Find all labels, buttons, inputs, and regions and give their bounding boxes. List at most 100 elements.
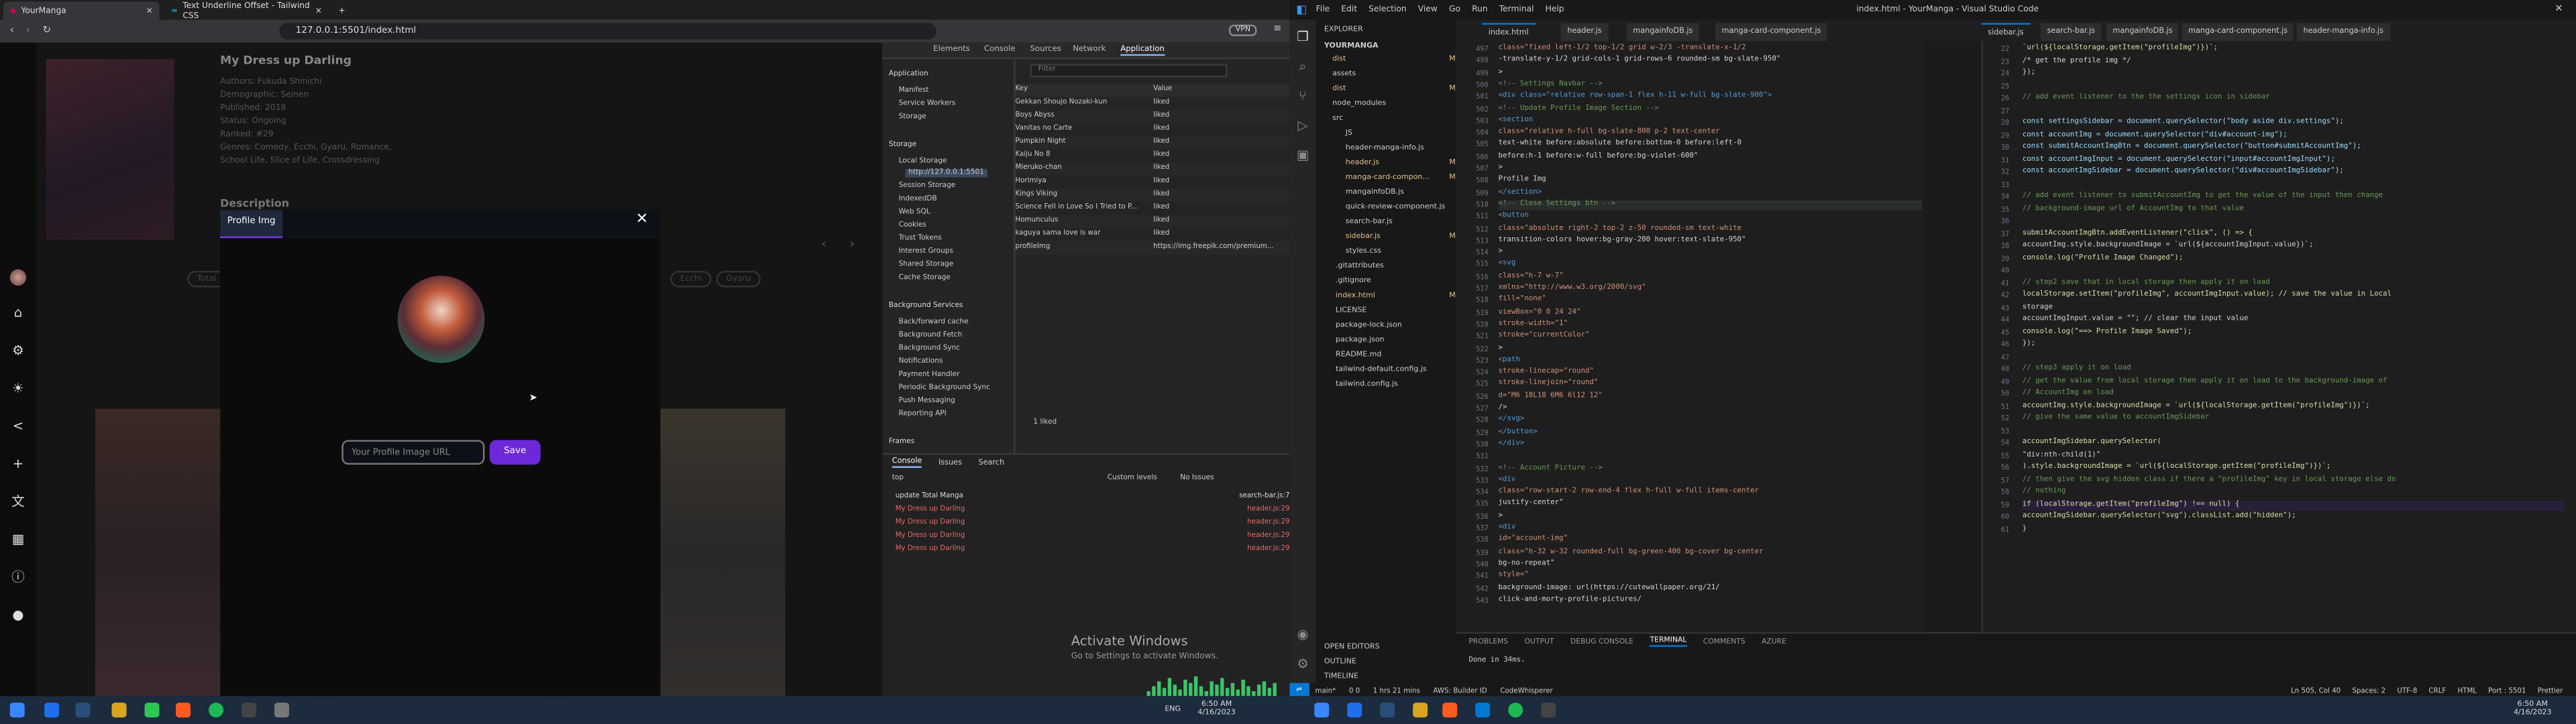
editor-tab[interactable]: manga-card-component.js — [2182, 23, 2294, 42]
tab-elements[interactable]: Elements — [933, 46, 970, 54]
tab-sources[interactable]: Sources — [1030, 46, 1061, 54]
search-icon[interactable] — [44, 703, 60, 718]
menu-file[interactable]: File — [1316, 5, 1330, 15]
status-item[interactable]: Port : 5501 — [2488, 685, 2526, 693]
tab-application[interactable]: Application — [1120, 46, 1165, 56]
taskview-icon-2[interactable] — [1380, 703, 1395, 718]
status-item[interactable]: Ln 505, Col 40 — [2291, 685, 2341, 693]
timeline-section[interactable]: TIMELINE — [1324, 673, 1358, 681]
git-branch[interactable]: main* — [1315, 685, 1336, 693]
extensions-icon[interactable]: ▣ — [1295, 147, 1311, 164]
status-item[interactable]: UTF-8 — [2397, 685, 2417, 693]
panel-tab-comments[interactable]: COMMENTS — [1703, 638, 1746, 646]
url-field[interactable]: 127.0.0.1:5501/index.html — [279, 23, 936, 40]
vscode-taskbar-icon[interactable] — [1475, 703, 1491, 718]
tree-interest-groups[interactable]: Interest Groups — [899, 248, 953, 256]
tab-network[interactable]: Network — [1073, 46, 1106, 54]
file-tree-item[interactable]: .gitignore — [1336, 278, 1456, 286]
terminal-icon-2[interactable] — [1541, 703, 1556, 718]
editor-tab[interactable]: header.js — [1560, 23, 1609, 42]
minimap-left[interactable] — [1922, 41, 1982, 632]
console-source[interactable]: header.js:29 — [1247, 530, 1289, 538]
table-row[interactable]: Kings Viking liked — [1015, 188, 1290, 202]
forward-icon[interactable]: › — [26, 25, 30, 36]
drawer-tab-issues[interactable]: Issues — [938, 459, 962, 467]
translate-icon[interactable]: 文 — [10, 494, 26, 510]
editor-right[interactable]: 22 `url(${localStorage.getItem("profileI… — [1981, 41, 2576, 632]
reload-icon[interactable]: ↻ — [43, 25, 51, 36]
menu-go[interactable]: Go — [1449, 5, 1460, 15]
file-tree-item[interactable]: .gitattributes — [1336, 263, 1456, 271]
close-window-icon[interactable]: ✕ — [2555, 3, 2563, 15]
table-row[interactable]: Vanitas no Carte liked — [1015, 123, 1289, 137]
editor-tab[interactable]: search-bar.js — [2040, 23, 2102, 42]
editor-tab[interactable]: mangainfoDB.js — [1626, 23, 1700, 42]
tree-bg-sync[interactable]: Background Sync — [899, 345, 960, 353]
drawer-tab-search[interactable]: Search — [978, 459, 1004, 467]
spotify-icon-2[interactable] — [1508, 703, 1523, 718]
table-row[interactable]: Horimiya liked — [1015, 176, 1289, 189]
console-source[interactable]: header.js:29 — [1247, 504, 1289, 512]
file-tree-item[interactable]: index.html M — [1336, 292, 1456, 300]
tree-reporting-api[interactable]: Reporting API — [899, 410, 947, 418]
tree-bfcache[interactable]: Back/forward cache — [899, 318, 969, 326]
account-icon[interactable]: ◉ — [1295, 627, 1311, 644]
console-source[interactable]: header.js:29 — [1247, 544, 1289, 552]
tree-websql[interactable]: Web SQL — [899, 208, 930, 217]
tree-cookies[interactable]: Cookies — [899, 222, 926, 230]
status-item[interactable]: 0 0 — [1349, 685, 1360, 693]
status-item[interactable]: 1 hrs 21 mins — [1373, 685, 1420, 693]
home-icon[interactable]: ⌂ — [10, 306, 26, 322]
file-tree-item[interactable]: dist M — [1332, 56, 1456, 64]
file-tree-item[interactable]: search-bar.js — [1346, 219, 1456, 227]
status-item[interactable]: CRLF — [2428, 685, 2446, 693]
drawer-tab-console[interactable]: Console — [892, 458, 922, 468]
source-control-icon[interactable]: ⑂ — [1295, 88, 1311, 105]
editor-tab[interactable]: index.html — [1481, 23, 1536, 42]
app-icon[interactable] — [144, 703, 160, 718]
github-icon[interactable]: ● — [10, 607, 26, 623]
plus-icon[interactable]: + — [10, 457, 26, 473]
panel-tab-output[interactable]: OUTPUT — [1525, 638, 1554, 646]
file-tree-item[interactable]: header.js M — [1346, 160, 1456, 168]
table-row[interactable]: kaguya sama love is war liked — [1015, 228, 1289, 241]
taskview-icon[interactable] — [75, 703, 91, 718]
close-tab-icon[interactable]: × — [315, 6, 322, 16]
profile-img-tab[interactable]: Profile Img — [220, 210, 283, 239]
tab-yourmanga[interactable]: ◆ YourManga × — [3, 1, 160, 20]
file-tree-item[interactable]: package.json — [1336, 337, 1456, 345]
save-button[interactable]: Save — [489, 440, 541, 465]
app-icon-2[interactable] — [274, 703, 290, 718]
table-row[interactable]: Mieruko-chan liked — [1015, 162, 1290, 176]
menu-selection[interactable]: Selection — [1368, 5, 1406, 15]
status-item[interactable]: Spaces: 2 — [2352, 685, 2385, 693]
next-icon[interactable]: › — [849, 237, 855, 251]
editor-tab[interactable]: sidebar.js — [1981, 23, 2031, 42]
file-tree-item[interactable]: node_modules — [1332, 100, 1456, 108]
table-row[interactable]: Homunculus liked — [1015, 215, 1290, 229]
sun-icon[interactable]: ☀ — [10, 381, 26, 397]
filter-gyaru[interactable]: Gyaru — [716, 271, 761, 288]
tree-notifications[interactable]: Notifications — [899, 358, 943, 366]
brave-icon-2[interactable] — [1442, 703, 1458, 718]
prev-icon[interactable]: ‹ — [822, 237, 827, 251]
table-row[interactable]: Gekkan Shoujo Nozaki-kun liked — [1015, 97, 1289, 110]
editor-tab[interactable]: manga-card-component.js — [1715, 23, 1828, 42]
search-icon-2[interactable] — [1347, 703, 1362, 718]
brave-icon[interactable] — [176, 703, 191, 718]
menu-view[interactable]: View — [1418, 5, 1438, 15]
tree-storage[interactable]: Storage — [899, 113, 926, 121]
panel-tab-azure[interactable]: AZURE — [1762, 638, 1786, 646]
profile-image-url-input[interactable]: Your Profile Image URL — [341, 440, 485, 465]
file-tree-item[interactable]: tailwind-default.config.js — [1336, 366, 1456, 374]
log-levels[interactable]: Custom levels — [1108, 475, 1157, 483]
menu-terminal[interactable]: Terminal — [1499, 5, 1534, 15]
file-tree-item[interactable]: header-manga-info.js — [1346, 145, 1456, 153]
file-tree-item[interactable]: styles.css — [1346, 248, 1456, 256]
console-context[interactable]: top — [892, 475, 904, 483]
tree-trust-tokens[interactable]: Trust Tokens — [899, 235, 942, 243]
tree-cache-storage[interactable]: Cache Storage — [899, 274, 951, 282]
status-item[interactable]: AWS: Builder ID — [1433, 685, 1487, 693]
explorer-root[interactable]: YOURMANGA — [1324, 43, 1379, 51]
file-tree-item[interactable]: JS — [1346, 129, 1456, 137]
